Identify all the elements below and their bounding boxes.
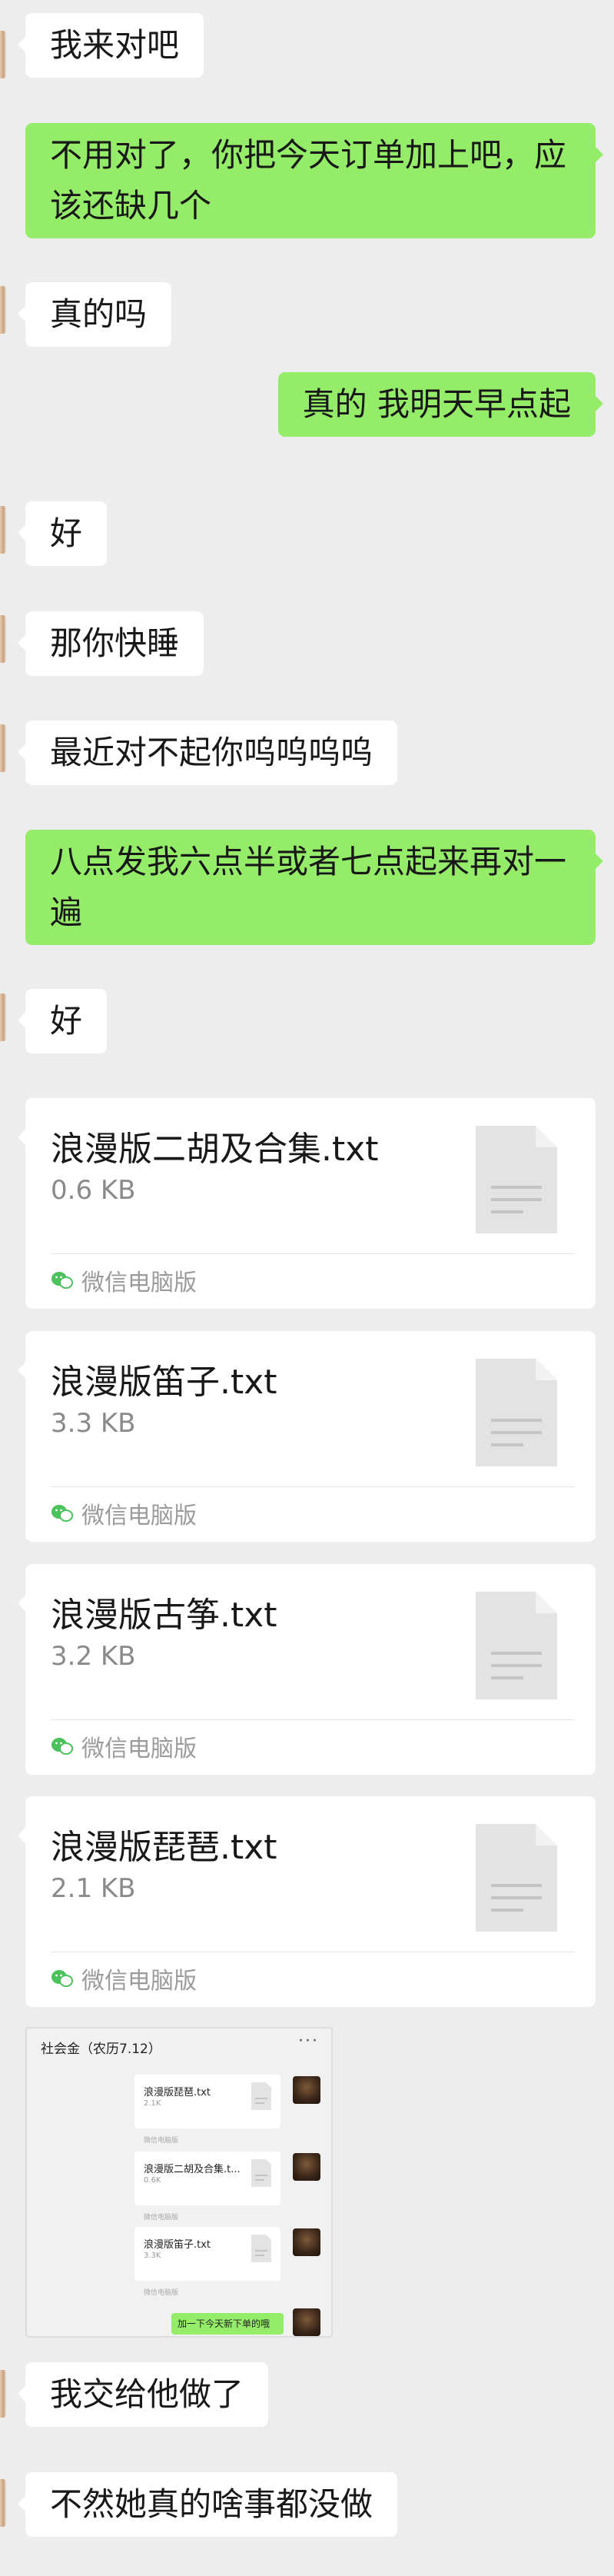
file-size: 3.3 KB — [51, 1408, 136, 1439]
avatar[interactable] — [0, 724, 6, 772]
message-bubble-incoming[interactable]: 我来对吧 — [17, 13, 204, 78]
document-icon — [476, 1592, 557, 1699]
screenshot-file-name: 浪漫版琵琶.txt — [144, 2087, 211, 2098]
document-icon — [476, 1824, 557, 1932]
message-text: 真的 我明天早点起 — [302, 385, 571, 423]
document-icon — [251, 2235, 271, 2262]
screenshot-file-size: 3.3K — [144, 2252, 161, 2260]
file-source: 微信电脑版 — [51, 1729, 197, 1763]
document-icon — [476, 1126, 557, 1233]
message-bubble-incoming[interactable]: 最近对不起你呜呜呜呜 — [17, 721, 398, 785]
message-text: 那你快睡 — [50, 624, 180, 662]
message-bubble-outgoing[interactable]: 不用对了，你把今天订单加上吧，应该还缺几个 — [25, 123, 603, 238]
file-size: 2.1 KB — [51, 1873, 136, 1904]
screenshot-chat-title: 社会金（农历7.12） — [41, 2042, 161, 2057]
avatar — [293, 2153, 320, 2181]
wechat-icon — [51, 1272, 73, 1289]
file-source-label: 微信电脑版 — [81, 1503, 197, 1529]
message-text: 真的吗 — [50, 295, 148, 333]
document-icon — [476, 1359, 557, 1466]
message-text: 好 — [50, 1002, 83, 1040]
message-text: 不用对了，你把今天订单加上吧，应该还缺几个 — [50, 136, 567, 225]
screenshot-file-size: 0.6K — [144, 2176, 161, 2185]
divider — [51, 1253, 575, 1254]
wechat-icon — [51, 1738, 73, 1755]
screenshot-file-source: 微信电脑版 — [144, 2137, 179, 2145]
file-source: 微信电脑版 — [51, 1263, 197, 1297]
image-message[interactable]: 社会金（农历7.12） ··· 浪漫版琵琶.txt 2.1K 微信电脑版 浪漫版… — [25, 2027, 333, 2338]
screenshot-file-name: 浪漫版二胡及合集.t... — [144, 2164, 241, 2175]
wechat-icon — [51, 1505, 73, 1522]
screenshot-file-name: 浪漫版笛子.txt — [144, 2239, 211, 2251]
file-size: 3.2 KB — [51, 1641, 136, 1672]
file-message-card[interactable]: 浪漫版笛子.txt 3.3 KB 微信电脑版 — [18, 1331, 596, 1542]
avatar[interactable] — [0, 2479, 6, 2527]
avatar[interactable] — [0, 615, 6, 663]
message-bubble-incoming[interactable]: 真的吗 — [17, 282, 172, 347]
file-name: 浪漫版琵琶.txt — [51, 1828, 277, 1867]
avatar — [293, 2076, 320, 2104]
divider — [51, 1486, 575, 1487]
screenshot-file-size: 2.1K — [144, 2099, 161, 2108]
file-name: 浪漫版笛子.txt — [51, 1363, 277, 1402]
message-bubble-outgoing[interactable]: 真的 我明天早点起 — [277, 372, 604, 437]
file-name: 浪漫版古筝.txt — [51, 1596, 277, 1635]
screenshot-file-card: 浪漫版笛子.txt 3.3K 微信电脑版 — [134, 2227, 280, 2297]
message-bubble-incoming[interactable]: 好 — [17, 501, 108, 566]
file-message-card[interactable]: 浪漫版二胡及合集.txt 0.6 KB 微信电脑版 — [18, 1098, 596, 1309]
document-icon — [251, 2159, 271, 2187]
screenshot-file-source: 微信电脑版 — [144, 2289, 179, 2297]
wechat-icon — [51, 1970, 73, 1987]
screenshot-green-bubble: 加一下今天新下单的哦 — [171, 2313, 284, 2335]
document-icon — [251, 2082, 271, 2110]
avatar[interactable] — [0, 2370, 6, 2418]
message-text: 好 — [50, 514, 83, 552]
more-icon: ··· — [298, 2032, 319, 2051]
message-text: 我来对吧 — [50, 26, 180, 64]
screenshot-file-card: 浪漫版琵琶.txt 2.1K 微信电脑版 — [134, 2075, 280, 2145]
message-bubble-incoming[interactable]: 那你快睡 — [17, 611, 204, 676]
file-source: 微信电脑版 — [51, 1496, 197, 1530]
avatar — [293, 2228, 320, 2256]
file-size: 0.6 KB — [51, 1175, 136, 1206]
message-bubble-outgoing[interactable]: 八点发我六点半或者七点起来再对一遍 — [25, 830, 603, 945]
file-message-card[interactable]: 浪漫版古筝.txt 3.2 KB 微信电脑版 — [18, 1564, 596, 1775]
avatar[interactable] — [0, 286, 6, 334]
message-text: 不然她真的啥事都没做 — [50, 2485, 373, 2523]
avatar — [293, 2308, 320, 2336]
file-message-card[interactable]: 浪漫版琵琶.txt 2.1 KB 微信电脑版 — [18, 1796, 596, 2007]
avatar[interactable] — [0, 993, 6, 1041]
message-bubble-incoming[interactable]: 我交给他做了 — [17, 2362, 269, 2427]
divider — [51, 1719, 575, 1720]
file-name: 浪漫版二胡及合集.txt — [51, 1130, 379, 1169]
file-source-label: 微信电脑版 — [81, 1736, 197, 1762]
file-source: 微信电脑版 — [51, 1962, 197, 1995]
file-source-label: 微信电脑版 — [81, 1270, 197, 1296]
avatar[interactable] — [0, 506, 6, 554]
message-bubble-incoming[interactable]: 好 — [17, 989, 108, 1053]
screenshot-file-card: 浪漫版二胡及合集.t... 0.6K 微信电脑版 — [134, 2152, 280, 2222]
message-bubble-incoming[interactable]: 不然她真的啥事都没做 — [17, 2472, 398, 2537]
message-text: 我交给他做了 — [50, 2375, 244, 2413]
avatar[interactable] — [0, 31, 6, 78]
file-source-label: 微信电脑版 — [81, 1968, 197, 1995]
message-text: 八点发我六点半或者七点起来再对一遍 — [50, 843, 567, 931]
screenshot-file-source: 微信电脑版 — [144, 2214, 179, 2222]
message-text: 最近对不起你呜呜呜呜 — [50, 734, 373, 771]
